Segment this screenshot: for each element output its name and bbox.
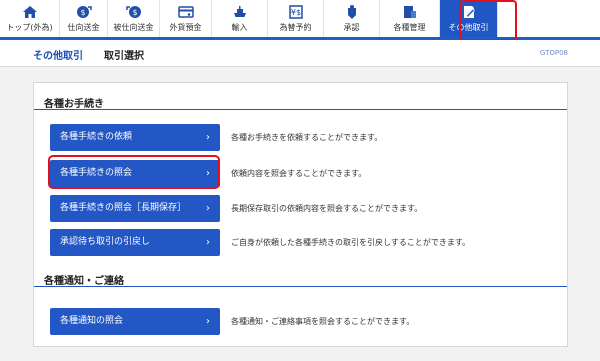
tab-other-transactions[interactable]: その他取引 [440,0,498,37]
button-description: 各種通知・ご連絡事項を照会することができます。 [231,317,415,326]
button-label: 各種手続きの照会 [60,168,133,178]
button-description: 依頼内容を照会することができます。 [231,169,367,178]
button-label: 承認待ち取引の引戻し [60,237,151,247]
import-icon [233,6,246,17]
tab-management[interactable]: 各種管理 [380,0,440,37]
section-title: その他取引 [33,51,83,62]
tab-approval[interactable]: 承認 [324,0,380,37]
tab-fx-deposit[interactable]: 外貨預金 [160,0,212,37]
button-description: 各種お手続きを依頼することができます。 [231,133,383,142]
page-header: その他取引 取引選択 GTOP08 [0,40,600,67]
tab-label: 仕向送金 [67,23,100,32]
chevron-right-icon: › [206,168,210,179]
inward-remittance-icon: $ [125,6,141,18]
top-navigation: トップ(外為) $ 仕向送金 $ 被仕向送金 外貨預金 輸入 ¥$ 為替予約 承… [0,0,600,40]
button-description: ご自身が依頼した各種手続きの取引を引戻しすることができます。 [231,238,471,247]
tab-label: 外貨預金 [169,23,202,32]
tab-top[interactable]: トップ(外為) [0,0,60,37]
svg-text:¥$: ¥$ [290,8,300,17]
management-icon [403,6,416,18]
page-title: 取引選択 [104,51,144,62]
outward-remittance-icon: $ [76,6,92,18]
chevron-right-icon: › [206,316,210,327]
section-header-procedures: 各種お手続き [34,90,567,110]
svg-text:$: $ [132,8,137,17]
svg-text:$: $ [80,8,85,17]
other-transactions-icon [463,6,475,18]
section-title: 各種お手続き [44,99,104,110]
tab-inward-remittance[interactable]: $ 被仕向送金 [108,0,160,37]
inquire-long-term-button[interactable]: 各種手続きの照会［長期保存］ › [50,195,220,222]
tab-import[interactable]: 輸入 [212,0,268,37]
inquire-procedures-button[interactable]: 各種手続きの照会 › [50,160,220,187]
withdraw-pending-button[interactable]: 承認待ち取引の引戻し › [50,229,220,256]
home-icon [22,6,37,18]
tab-label: トップ(外為) [6,23,53,32]
tab-label: 為替予約 [279,23,312,32]
fx-contract-icon: ¥$ [288,5,303,19]
approval-icon [347,5,356,19]
tab-label: その他取引 [448,23,489,32]
button-label: 各種手続きの照会［長期保存］ [60,203,187,213]
tab-label: 被仕向送金 [113,23,154,32]
inquire-notices-button[interactable]: 各種通知の照会 › [50,308,220,335]
fx-deposit-icon [177,6,194,18]
section-title: 各種通知・ご連絡 [44,276,124,287]
button-description: 長期保存取引の依頼内容を照会することができます。 [231,204,423,213]
chevron-right-icon: › [206,203,210,214]
chevron-right-icon: › [206,132,210,143]
tab-fx-contract[interactable]: ¥$ 為替予約 [268,0,324,37]
chevron-right-icon: › [206,237,210,248]
button-label: 各種通知の照会 [60,316,124,326]
tab-label: 承認 [343,23,360,32]
tab-label: 各種管理 [393,23,426,32]
main-panel: 各種お手続き 各種手続きの依頼 › 各種お手続きを依頼することができます。 各種… [33,82,568,347]
request-procedures-button[interactable]: 各種手続きの依頼 › [50,124,220,151]
button-label: 各種手続きの依頼 [60,132,133,142]
tab-label: 輸入 [231,23,248,32]
section-header-notices: 各種通知・ご連絡 [34,267,567,287]
tab-outward-remittance[interactable]: $ 仕向送金 [60,0,108,37]
screen-code: GTOP08 [539,49,568,57]
